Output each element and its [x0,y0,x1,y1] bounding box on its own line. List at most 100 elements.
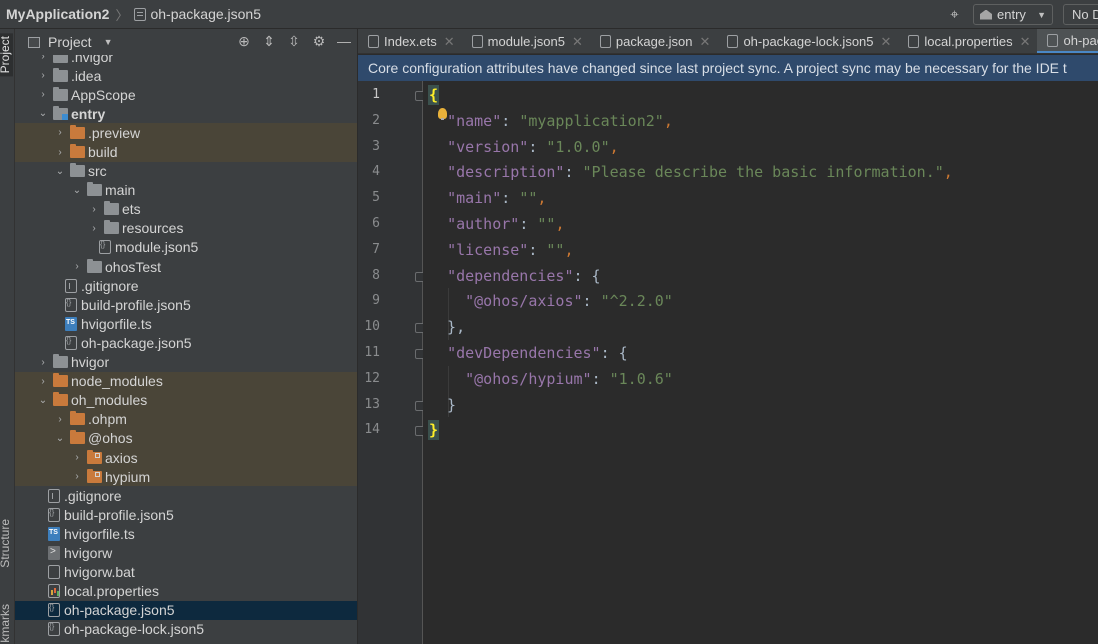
tree-item[interactable]: module.json5 [15,238,357,257]
tree-item[interactable]: oh-package.json5 [15,600,357,620]
tree-item[interactable]: local.properties [15,582,357,601]
json-file-icon [134,7,147,21]
bookmarks-tool-tab[interactable]: kmarks [0,604,12,643]
editor-tab[interactable]: local.properties ✕ [898,29,1037,53]
tree-item[interactable]: hvigorfile.ts [15,524,357,543]
tree-item[interactable]: › ets [15,200,357,219]
code-token: "@ohos/hypium" [465,369,592,388]
tree-item[interactable]: › .ohpm [15,409,357,429]
gear-icon[interactable]: ⚙ [311,33,327,50]
file-icon [727,35,739,48]
chevron-right-icon[interactable]: › [71,471,83,482]
editor-tab[interactable]: oh-package [1037,29,1098,53]
tree-item[interactable]: ⌄ oh_modules [15,390,357,410]
crosshair-icon[interactable]: ⌖ [946,6,963,23]
chevron-down-icon[interactable]: ⌄ [37,395,49,406]
tree-item[interactable]: › resources [15,219,357,238]
code-token: "1.0.0" [546,137,610,156]
hide-panel-icon[interactable]: — [336,33,352,50]
editor-tab[interactable]: module.json5 ✕ [462,29,590,53]
chevron-right-icon[interactable]: › [71,452,83,463]
tree-item[interactable]: › .preview [15,123,357,143]
tree-item[interactable]: › ohosTest [15,257,357,276]
close-icon[interactable]: ✕ [1020,34,1031,50]
close-icon[interactable]: ✕ [700,34,711,50]
chevron-down-icon[interactable]: ⌄ [71,185,83,196]
code-token: { [427,85,440,105]
code-token: } [427,420,440,441]
project-view-title[interactable]: Project [48,34,92,50]
code-token: "devDependencies" [447,344,601,362]
chevron-right-icon[interactable]: › [54,147,66,158]
code-line: "dependencies": { [429,263,601,289]
tree-item[interactable]: ⌄ main [15,181,357,200]
tree-item[interactable]: build-profile.json5 [15,295,357,314]
tree-item[interactable]: › hvigor [15,353,357,372]
tree-item[interactable]: hvigorw.bat [15,563,357,582]
code-token: : [501,111,520,130]
tree-item[interactable]: build-profile.json5 [15,505,357,524]
tree-item[interactable]: › AppScope [15,85,357,104]
chevron-down-icon[interactable]: ⌄ [54,166,66,177]
breadcrumb-project[interactable]: MyApplication2 [6,6,109,22]
editor-tab[interactable]: package.json ✕ [590,29,718,53]
code-token: "^2.2.0" [600,292,673,311]
tree-item-label: src [88,163,107,180]
tree-item[interactable]: .gitignore [15,486,357,505]
tree-item[interactable]: ⌄ entry [15,104,357,123]
tree-item-label: main [105,182,136,199]
tree-item[interactable]: oh-package-lock.json5 [15,620,357,639]
tree-item[interactable]: › build [15,142,357,162]
line-number: 11 [364,345,380,360]
editor-tab[interactable]: oh-package-lock.json5 ✕ [717,29,898,53]
tree-item[interactable]: hvigorfile.ts [15,314,357,333]
line-number: 7 [372,241,380,257]
git-file-icon [48,488,60,503]
chevron-down-icon[interactable]: ⌄ [54,433,66,444]
chevron-right-icon[interactable]: › [37,70,49,81]
navigation-bar: MyApplication2 〉 oh-package.json5 ⌖ entr… [0,0,1098,29]
file-icon [908,35,920,48]
close-icon[interactable]: ✕ [572,34,583,50]
collapse-all-icon[interactable]: ⇳ [286,33,302,50]
chevron-down-icon[interactable]: ▼ [104,37,113,47]
breadcrumb-file[interactable]: oh-package.json5 [134,6,261,22]
line-number: 5 [372,190,380,206]
tree-item[interactable]: ⌄ @ohos [15,428,357,448]
expand-all-icon[interactable]: ⇕ [261,33,277,50]
chevron-right-icon[interactable]: › [37,357,49,368]
code-editor[interactable]: { "name": "myapplication2", "version": "… [423,81,1098,644]
device-selector[interactable]: No D [1063,4,1098,25]
chevron-right-icon[interactable]: › [71,261,83,272]
chevron-right-icon[interactable]: › [88,204,100,215]
chevron-right-icon[interactable]: › [88,223,100,234]
tree-item[interactable]: ⌄ src [15,162,357,181]
tree-item[interactable]: oh-package.json5 [15,333,357,352]
tree-item[interactable]: .gitignore [15,276,357,295]
tree-item[interactable]: › hypium [15,467,357,487]
structure-tool-tab[interactable]: Structure [0,519,12,568]
chevron-down-icon[interactable]: ⌄ [37,108,49,119]
tree-item-label: module.json5 [115,239,199,256]
close-icon[interactable]: ✕ [444,34,455,50]
tree-item[interactable]: › axios [15,447,357,468]
tree-item-label: .gitignore [64,487,122,504]
tree-item[interactable]: hvigorw [15,543,357,562]
chevron-right-icon[interactable]: › [54,127,66,138]
chevron-right-icon[interactable]: › [37,376,49,387]
select-opened-file-icon[interactable]: ⊕ [236,33,252,50]
chevron-right-icon[interactable]: › [54,414,66,425]
tree-item[interactable]: › .idea [15,66,357,85]
run-configuration-dropdown[interactable]: entry ▼ [973,4,1053,25]
project-tool-tab[interactable]: Project [0,33,13,77]
chevron-right-icon[interactable]: › [37,89,49,100]
line-number-gutter: 1 2 3 4 5 6 7 8 9 10 11 12 13 14 [358,81,425,644]
code-token: "" [519,189,538,208]
close-icon[interactable]: ✕ [881,34,892,50]
editor-tab[interactable]: Index.ets ✕ [358,29,462,53]
tree-item[interactable]: › node_modules [15,371,357,391]
